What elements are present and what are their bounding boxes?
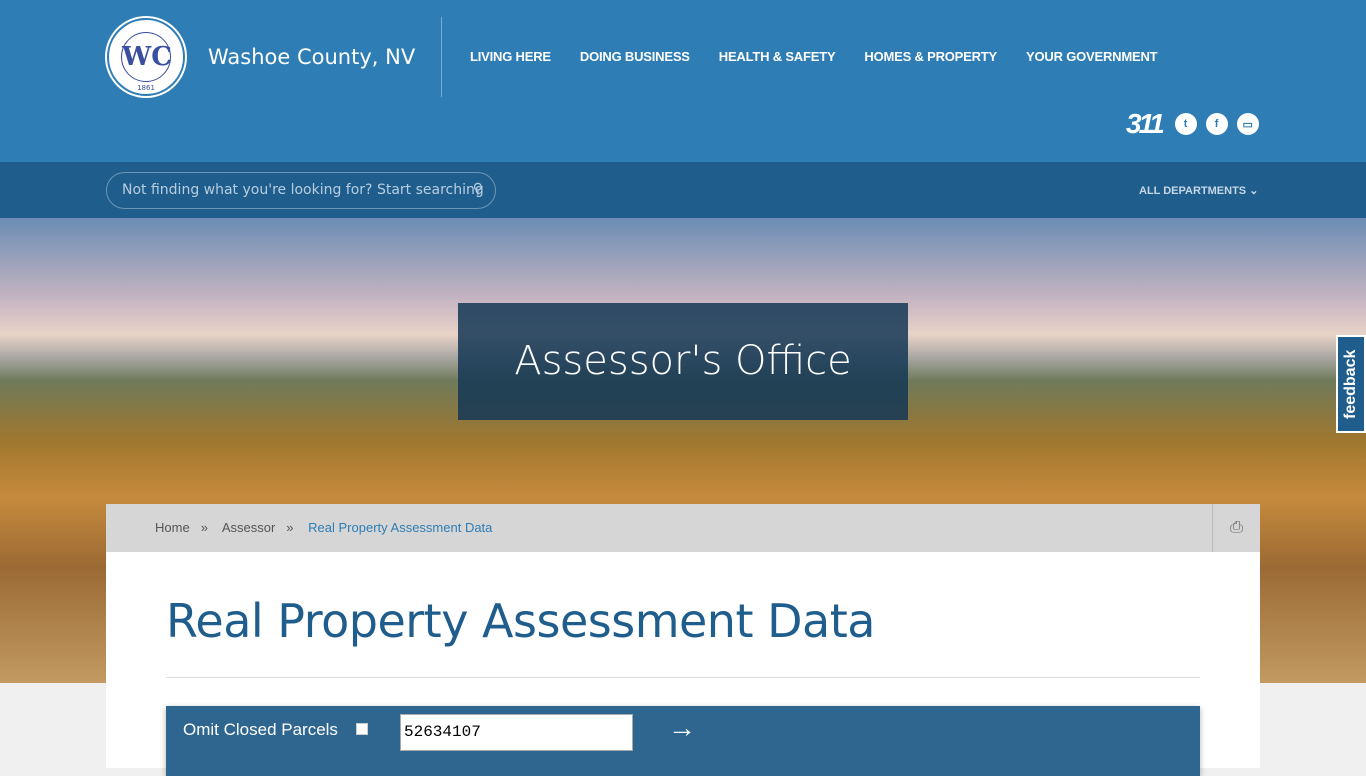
print-icon[interactable]: ⎙	[1212, 504, 1260, 552]
search-icon[interactable]: ⚲	[473, 181, 483, 197]
social-links: 311 t f ▭	[1126, 108, 1259, 140]
feedback-tab[interactable]: feedback	[1336, 335, 1366, 433]
311-link[interactable]: 311	[1126, 108, 1165, 140]
omit-closed-label: Omit Closed Parcels	[183, 720, 338, 739]
breadcrumb: Home» Assessor» Real Property Assessment…	[106, 504, 1260, 552]
tv-icon[interactable]: ▭	[1236, 113, 1259, 135]
main-content: Real Property Assessment Data Omit Close…	[106, 552, 1260, 776]
chevron-down-icon: ⌄	[1249, 185, 1259, 197]
site-name[interactable]: Washoe County, NV	[208, 45, 415, 69]
breadcrumb-assessor[interactable]: Assessor	[222, 520, 275, 535]
search-input[interactable]: Not finding what you're looking for? Sta…	[106, 172, 496, 209]
header: WC 1861 Washoe County, NV LIVING HERE DOI…	[0, 0, 1366, 162]
nav-your-government[interactable]: YOUR GOVERNMENT	[1026, 49, 1158, 64]
nav-homes-property[interactable]: HOMES & PROPERTY	[864, 49, 997, 64]
county-seal-logo[interactable]: WC 1861	[107, 18, 185, 96]
search-submit-button[interactable]: →	[668, 712, 696, 744]
parcel-number-input[interactable]: 52634107	[400, 714, 633, 751]
main-nav: LIVING HERE DOING BUSINESS HEALTH & SAFE…	[470, 49, 1158, 64]
hero-title: Assessor's Office	[458, 303, 908, 420]
arrow-right-icon: →	[668, 712, 696, 743]
omit-closed-checkbox[interactable]	[356, 723, 368, 735]
facebook-icon[interactable]: f	[1205, 113, 1228, 135]
nav-living-here[interactable]: LIVING HERE	[470, 49, 551, 64]
twitter-icon[interactable]: t	[1174, 113, 1197, 135]
breadcrumb-home[interactable]: Home	[155, 520, 190, 535]
divider	[441, 17, 442, 97]
nav-doing-business[interactable]: DOING BUSINESS	[580, 49, 690, 64]
divider	[166, 677, 1200, 678]
nav-health-safety[interactable]: HEALTH & SAFETY	[719, 49, 836, 64]
breadcrumb-current: Real Property Assessment Data	[308, 520, 493, 535]
page-title: Real Property Assessment Data	[166, 594, 875, 648]
all-departments-dropdown[interactable]: ALL DEPARTMENTS ⌄	[1139, 184, 1258, 197]
parcel-search-form: Omit Closed Parcels 52634107 →	[166, 706, 1200, 776]
